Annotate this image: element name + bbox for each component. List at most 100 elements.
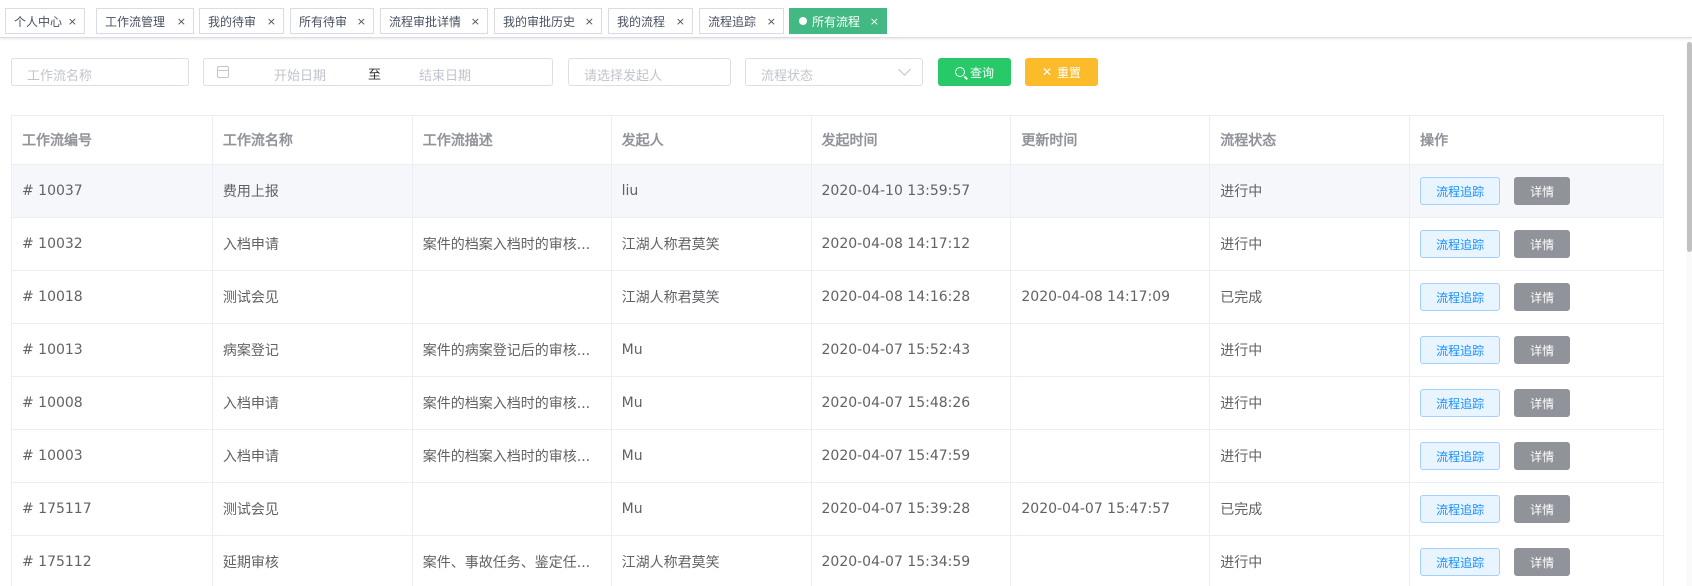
detail-button[interactable]: 详情 [1514, 230, 1571, 258]
trace-button[interactable]: 流程追踪 [1420, 389, 1501, 417]
cell-desc [413, 165, 612, 217]
cell-name: 入档申请 [213, 218, 413, 270]
close-icon[interactable]: × [357, 15, 366, 28]
page: 个人中心 × 工作流管理 × 我的待审 × 所有待审 × 流程审批详情 × 我的… [0, 0, 1692, 586]
cell-desc: 案件的档案入档时的审核... [413, 377, 612, 429]
trace-button[interactable]: 流程追踪 [1420, 548, 1501, 576]
query-button[interactable]: 查询 [938, 58, 1011, 86]
header-status: 流程状态 [1210, 116, 1411, 164]
cell-desc [413, 271, 612, 323]
tab-all-pending-review[interactable]: 所有待审 × [290, 8, 374, 34]
table-row[interactable]: # 10018 测试会见 江湖人称君莫笑 2020-04-08 14:16:28… [12, 271, 1664, 324]
close-icon[interactable]: × [585, 15, 594, 28]
close-icon[interactable]: × [267, 15, 276, 28]
detail-button[interactable]: 详情 [1514, 389, 1571, 417]
cell-update-time: 2020-04-07 15:47:57 [1011, 483, 1211, 535]
status-select[interactable]: 流程状态 [745, 58, 923, 86]
start-date-input[interactable]: 开始日期 [274, 65, 326, 84]
table-row[interactable]: # 10008 入档申请 案件的档案入档时的审核... Mu 2020-04-0… [12, 377, 1664, 430]
detail-button[interactable]: 详情 [1514, 495, 1571, 523]
workflow-name-input[interactable]: 工作流名称 [11, 58, 189, 86]
cell-actions: 流程追踪 详情 [1410, 218, 1664, 270]
cell-actions: 流程追踪 详情 [1410, 271, 1664, 323]
cell-initiator: 江湖人称君莫笑 [612, 218, 812, 270]
cell-desc [413, 483, 612, 535]
trace-button[interactable]: 流程追踪 [1420, 442, 1501, 470]
reset-label: 重置 [1057, 65, 1082, 80]
cell-start-time: 2020-04-10 13:59:57 [812, 165, 1012, 217]
trace-button[interactable]: 流程追踪 [1420, 230, 1501, 258]
header-workflow-id: 工作流编号 [12, 116, 213, 164]
detail-button[interactable]: 详情 [1514, 548, 1571, 576]
cell-name: 入档申请 [213, 430, 413, 482]
cell-update-time: 2020-04-08 14:17:09 [1011, 271, 1211, 323]
cell-id: # 10032 [12, 218, 213, 270]
close-icon[interactable]: × [471, 15, 480, 28]
cell-start-time: 2020-04-08 14:16:28 [812, 271, 1012, 323]
cell-status: 进行中 [1210, 536, 1411, 586]
tab-label: 所有流程 [812, 14, 861, 29]
tab-approval-detail[interactable]: 流程审批详情 × [380, 8, 488, 34]
active-dot-icon [799, 17, 807, 25]
tab-workflow-trace[interactable]: 流程追踪 × [699, 8, 784, 34]
header-actions: 操作 [1410, 116, 1664, 164]
cell-desc: 案件、事故任务、鉴定任... [413, 536, 612, 586]
cell-initiator: Mu [612, 324, 812, 376]
tab-my-approval-history[interactable]: 我的审批历史 × [494, 8, 602, 34]
tab-workflow-management[interactable]: 工作流管理 × [96, 8, 194, 34]
cell-id: # 10018 [12, 271, 213, 323]
cell-name: 病案登记 [213, 324, 413, 376]
table-row[interactable]: # 10003 入档申请 案件的档案入档时的审核... Mu 2020-04-0… [12, 430, 1664, 483]
trace-button[interactable]: 流程追踪 [1420, 177, 1501, 205]
trace-button[interactable]: 流程追踪 [1420, 283, 1501, 311]
close-icon[interactable]: × [177, 15, 186, 28]
table-row[interactable]: # 10013 病案登记 案件的病案登记后的审核... Mu 2020-04-0… [12, 324, 1664, 377]
initiator-select[interactable]: 请选择发起人 [568, 58, 731, 86]
reset-button[interactable]: ✕ 重置 [1025, 58, 1098, 86]
tab-all-workflows[interactable]: 所有流程 × [789, 8, 887, 34]
detail-button[interactable]: 详情 [1514, 177, 1571, 205]
cell-update-time [1011, 165, 1211, 217]
date-range-picker[interactable]: 开始日期 至 结束日期 [203, 58, 553, 86]
desc-text: 案件的病案登记后的审核... [422, 343, 591, 359]
close-icon[interactable]: × [676, 15, 685, 28]
tab-label: 流程审批详情 [389, 14, 462, 29]
cell-status: 已完成 [1210, 271, 1411, 323]
trace-button[interactable]: 流程追踪 [1420, 336, 1501, 364]
header-start-time: 发起时间 [812, 116, 1012, 164]
cell-update-time [1011, 324, 1211, 376]
close-icon[interactable]: × [68, 15, 77, 28]
end-date-input[interactable]: 结束日期 [419, 65, 471, 84]
cell-id: # 175117 [12, 483, 213, 535]
header-initiator: 发起人 [612, 116, 812, 164]
cell-desc: 案件的病案登记后的审核... [413, 324, 612, 376]
cell-update-time [1011, 377, 1211, 429]
close-icon[interactable]: × [870, 15, 879, 28]
tab-my-pending-review[interactable]: 我的待审 × [199, 8, 284, 34]
cell-initiator: Mu [612, 430, 812, 482]
tab-label: 我的流程 [617, 14, 666, 29]
desc-text: 案件的档案入档时的审核... [422, 237, 591, 253]
detail-button[interactable]: 详情 [1514, 336, 1571, 364]
tab-personal-center[interactable]: 个人中心 × [5, 8, 85, 34]
cell-id: # 10013 [12, 324, 213, 376]
tab-label: 我的待审 [208, 14, 257, 29]
table-row[interactable]: # 175112 延期审核 案件、事故任务、鉴定任... 江湖人称君莫笑 202… [12, 536, 1664, 586]
range-separator: 至 [368, 68, 382, 83]
tab-label: 所有待审 [299, 14, 348, 29]
table-row[interactable]: # 10037 费用上报 liu 2020-04-10 13:59:57 进行中… [12, 165, 1664, 218]
detail-button[interactable]: 详情 [1514, 442, 1571, 470]
tab-label: 我的审批历史 [503, 14, 576, 29]
cell-initiator: 江湖人称君莫笑 [612, 271, 812, 323]
table-row[interactable]: # 10032 入档申请 案件的档案入档时的审核... 江湖人称君莫笑 2020… [12, 218, 1664, 271]
tab-my-workflows[interactable]: 我的流程 × [608, 8, 693, 34]
desc-text: 案件、事故任务、鉴定任... [422, 555, 591, 571]
close-icon[interactable]: × [767, 15, 776, 28]
detail-button[interactable]: 详情 [1514, 283, 1571, 311]
cell-id: # 175112 [12, 536, 213, 586]
vertical-scrollbar-thumb[interactable] [1687, 42, 1692, 252]
header-update-time: 更新时间 [1011, 116, 1211, 164]
trace-button[interactable]: 流程追踪 [1420, 495, 1501, 523]
table-row[interactable]: # 175117 测试会见 Mu 2020-04-07 15:39:28 202… [12, 483, 1664, 536]
cell-status: 进行中 [1210, 430, 1411, 482]
